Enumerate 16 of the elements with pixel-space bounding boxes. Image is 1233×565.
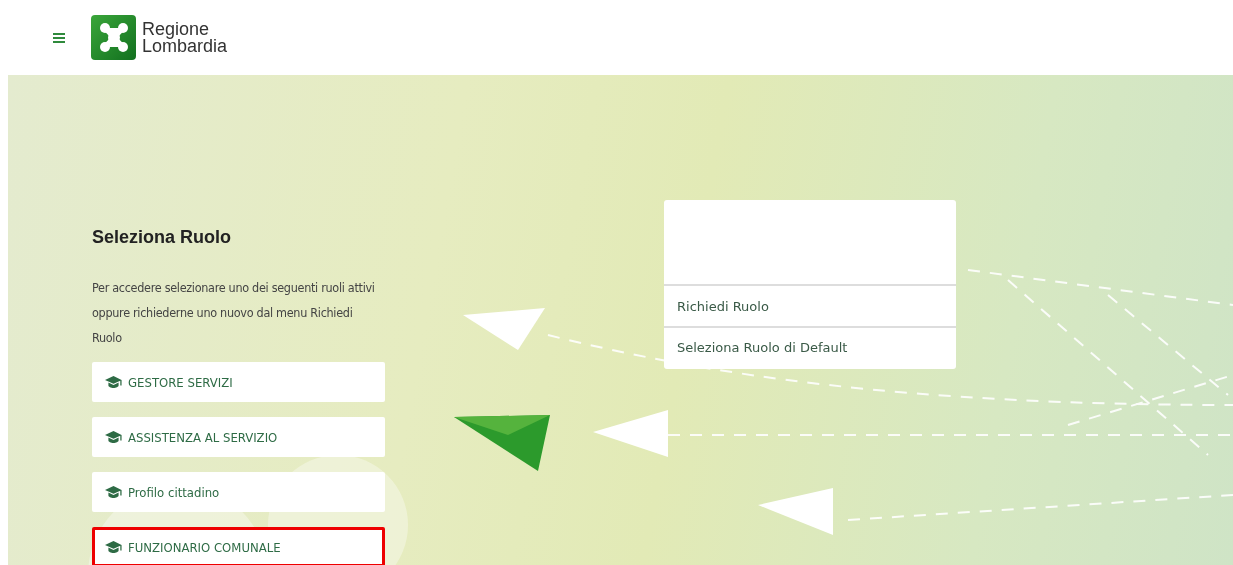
role-button[interactable]: ASSISTENZA AL SERVIZIO — [92, 417, 385, 457]
role-button[interactable]: GESTORE SERVIZI — [92, 362, 385, 402]
menu-button[interactable] — [53, 32, 65, 43]
instructions-text: Per accedere selezionare uno dei seguenti ruoli attivi oppure richiederne uno nuovo dal menu Richiedi Ruolo — [92, 279, 376, 347]
menu-icon — [53, 32, 65, 43]
logo-icon — [91, 15, 136, 60]
graduation-cap-icon — [105, 486, 122, 498]
graduation-cap-icon — [105, 431, 122, 443]
menu-link[interactable]: Richiedi Ruolo — [664, 286, 956, 326]
brand-name: Regione — [142, 20, 211, 38]
menu-link[interactable]: Seleziona Ruolo di Default — [664, 326, 956, 366]
graduation-cap-icon — [105, 541, 122, 553]
role-button[interactable]: FUNZIONARIO COMUNALE — [92, 527, 385, 565]
page-title: Seleziona Ruolo — [92, 227, 233, 248]
graduation-cap-icon — [105, 376, 122, 388]
role-button[interactable]: Profilo cittadino — [92, 472, 385, 512]
